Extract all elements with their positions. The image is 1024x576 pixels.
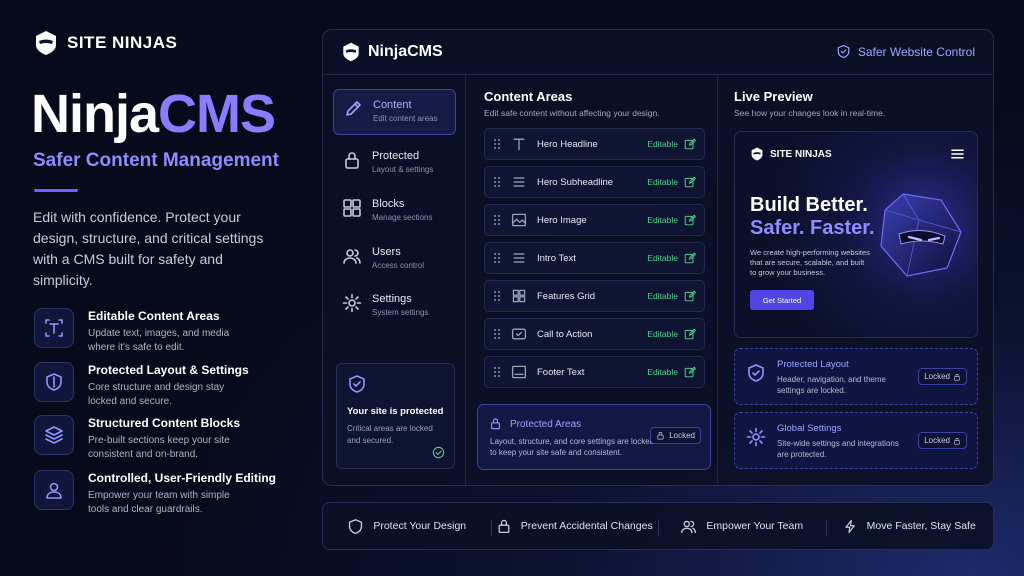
shield-check-icon xyxy=(837,44,850,59)
feature-item: Structured Content Blocks Pre-built secti… xyxy=(34,415,284,462)
drag-handle-icon[interactable] xyxy=(493,252,501,264)
ninja-logo-icon xyxy=(751,147,763,161)
hero-subtitle: Safer Content Management xyxy=(33,150,279,171)
benefits-bar: Protect Your Design Prevent Accidental C… xyxy=(322,502,994,550)
text-icon xyxy=(34,308,74,348)
lines-icon xyxy=(513,253,525,263)
lines-icon xyxy=(513,177,525,187)
image-icon xyxy=(511,213,527,227)
safer-control-badge: Safer Website Control xyxy=(836,44,975,59)
content-areas-title: Content Areas xyxy=(484,89,573,104)
column-divider xyxy=(717,75,718,485)
sidebar-item-users[interactable]: Users Access control xyxy=(333,237,456,283)
brand-name: SITE NINJAS xyxy=(67,33,178,52)
edit-icon[interactable] xyxy=(684,366,696,378)
pencil-icon xyxy=(346,101,361,116)
gear-icon xyxy=(746,427,766,447)
live-preview-desc: See how your changes look in real-time. xyxy=(734,108,886,118)
hero-description: Edit with confidence. Protect your desig… xyxy=(33,209,264,288)
site-protected-card: Your site is protected Critical areas ar… xyxy=(336,363,455,469)
edit-icon[interactable] xyxy=(684,328,696,340)
feature-item: Protected Layout & Settings Core structur… xyxy=(34,362,284,409)
lock-icon xyxy=(491,418,500,430)
grid-icon xyxy=(343,199,361,217)
live-preview-frame: SITE NINJAS Build Better. Safer. Faster.… xyxy=(734,131,978,338)
text-icon xyxy=(513,138,525,151)
hero-title: NinjaCMS xyxy=(31,84,276,144)
hamburger-menu-icon[interactable] xyxy=(951,148,964,160)
app-logo[interactable]: NinjaCMS xyxy=(341,42,443,62)
cta-icon xyxy=(511,328,527,340)
locked-badge: Locked xyxy=(918,368,967,385)
content-row-hero-image[interactable]: Hero Image Editable xyxy=(484,204,705,236)
ninja-mask-illustration-icon xyxy=(880,193,962,277)
preview-headline-accent: Safer. Faster. xyxy=(750,217,875,239)
sidebar-item-content[interactable]: Content Edit content areas xyxy=(333,89,456,135)
check-circle-icon xyxy=(432,446,445,459)
protected-layout-card: Protected Layout Header, navigation, and… xyxy=(734,348,978,405)
global-settings-card: Global Settings Site-wide settings and i… xyxy=(734,412,978,469)
sidebar-item-settings[interactable]: Settings System settings xyxy=(333,284,456,330)
content-areas-desc: Edit safe content without affecting your… xyxy=(484,108,660,118)
live-preview-title: Live Preview xyxy=(734,89,813,104)
lock-icon xyxy=(498,519,510,534)
benefit-move-faster: Move Faster, Stay Safe xyxy=(825,518,994,536)
app-name: NinjaCMS xyxy=(368,43,443,60)
footer-icon xyxy=(511,365,527,379)
lock-icon xyxy=(345,152,359,169)
feature-item: Editable Content Areas Update text, image… xyxy=(34,308,284,355)
feature-item: Controlled, User-Friendly Editing Empower… xyxy=(34,470,284,517)
shield-check-icon xyxy=(748,364,764,382)
brand-logo: SITE NINJAS xyxy=(33,30,177,56)
ninja-logo-icon xyxy=(36,31,56,55)
edit-icon[interactable] xyxy=(684,290,696,302)
column-divider xyxy=(465,75,466,485)
layers-icon xyxy=(34,415,74,455)
edit-icon[interactable] xyxy=(684,138,696,150)
cms-window: NinjaCMS Safer Website Control Content Ed… xyxy=(322,29,994,486)
content-row-footer-text[interactable]: Footer Text Editable xyxy=(484,356,705,388)
ninja-logo-icon xyxy=(343,42,359,62)
benefit-protect-design: Protect Your Design xyxy=(323,518,491,535)
drag-handle-icon[interactable] xyxy=(493,176,501,188)
edit-icon[interactable] xyxy=(684,214,696,226)
users-icon xyxy=(681,520,697,533)
users-icon xyxy=(343,249,361,264)
get-started-button[interactable]: Get Started xyxy=(750,290,814,310)
shield-icon xyxy=(34,362,74,402)
drag-handle-icon[interactable] xyxy=(493,214,501,226)
drag-handle-icon[interactable] xyxy=(493,328,501,340)
edit-icon[interactable] xyxy=(684,252,696,264)
gear-icon xyxy=(342,293,362,313)
lock-icon xyxy=(657,432,664,440)
preview-headline: Build Better. xyxy=(750,194,868,216)
user-icon xyxy=(34,470,74,510)
bolt-icon xyxy=(845,519,855,533)
drag-handle-icon[interactable] xyxy=(493,138,501,150)
content-row-features-grid[interactable]: Features Grid Editable xyxy=(484,280,705,312)
locked-badge: Locked xyxy=(918,432,967,449)
lock-icon xyxy=(954,437,960,445)
content-row-hero-headline[interactable]: Hero Headline Editable xyxy=(484,128,705,160)
preview-body: We create high-performing websites that … xyxy=(750,248,870,277)
preview-brand: SITE NINJAS xyxy=(750,147,832,161)
lock-icon xyxy=(954,373,960,381)
sidebar-item-protected[interactable]: Protected Layout & settings xyxy=(333,141,456,187)
shield-icon xyxy=(349,518,363,534)
drag-handle-icon[interactable] xyxy=(493,366,501,378)
content-row-intro-text[interactable]: Intro Text Editable xyxy=(484,242,705,274)
locked-badge: Locked xyxy=(650,427,701,444)
content-row-call-to-action[interactable]: Call to Action Editable xyxy=(484,318,705,350)
benefit-prevent-changes: Prevent Accidental Changes xyxy=(490,518,659,536)
hero-divider xyxy=(34,189,78,192)
content-row-hero-subheadline[interactable]: Hero Subheadline Editable xyxy=(484,166,705,198)
grid-icon xyxy=(512,289,526,303)
protected-areas-card: Protected Areas Layout, structure, and c… xyxy=(477,404,711,470)
edit-icon[interactable] xyxy=(684,176,696,188)
drag-handle-icon[interactable] xyxy=(493,290,501,302)
sidebar-item-blocks[interactable]: Blocks Manage sections xyxy=(333,189,456,235)
shield-check-icon xyxy=(349,375,365,393)
benefit-empower-team: Empower Your Team xyxy=(658,518,826,536)
